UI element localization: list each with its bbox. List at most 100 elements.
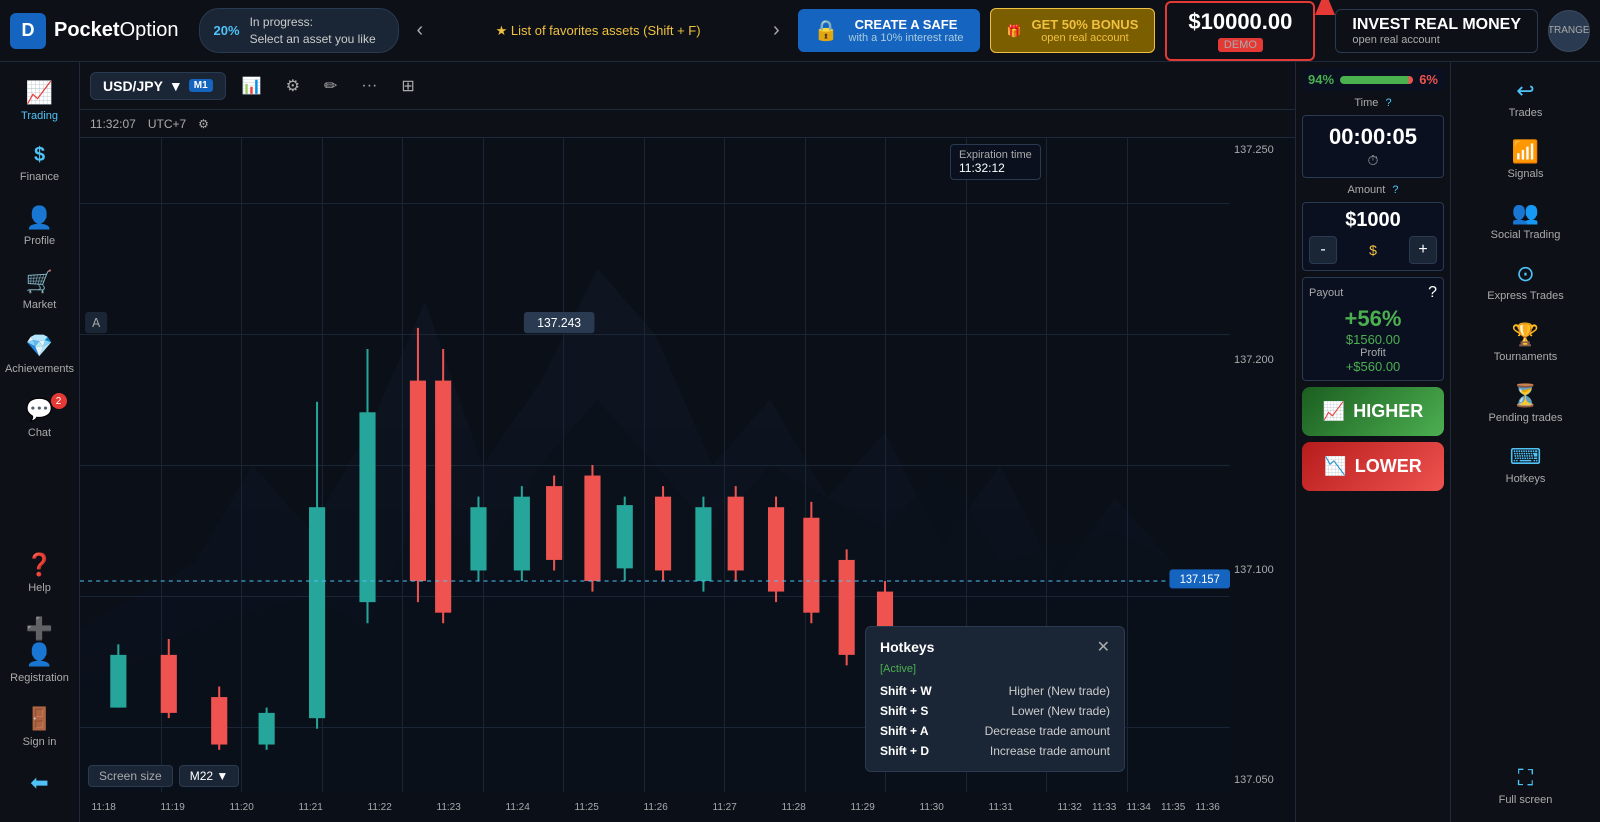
hotkey-row-d: Shift + D Increase trade amount bbox=[880, 741, 1110, 761]
right-panel-express-trades[interactable]: ⊙ Express Trades bbox=[1461, 253, 1591, 310]
signals-label: Signals bbox=[1507, 168, 1543, 180]
payout-label: Payout bbox=[1309, 287, 1343, 299]
pending-trades-label: Pending trades bbox=[1489, 412, 1563, 424]
chat-icon: 💬 bbox=[26, 397, 53, 423]
sidebar-item-back[interactable]: ⬅ bbox=[5, 760, 75, 806]
sidebar-item-trading[interactable]: 📈 Trading bbox=[5, 70, 75, 132]
profit-value: +$560.00 bbox=[1309, 359, 1437, 374]
chart-area: USD/JPY ▼ M1 📊 ⚙ ✏ ··· ⊞ 11:32:07 UTC+7 … bbox=[80, 62, 1295, 822]
time-axis: 11:18 11:19 11:20 11:21 11:22 11:23 11:2… bbox=[80, 792, 1230, 822]
payout-pct: +56% bbox=[1309, 306, 1437, 332]
layout-btn[interactable]: ⊞ bbox=[393, 72, 422, 100]
higher-trend-icon: 📈 bbox=[1323, 401, 1345, 422]
fullscreen-button[interactable]: ⛶ Full screen bbox=[1461, 757, 1591, 814]
currency-icon: $ bbox=[1369, 242, 1377, 258]
hotkeys-active-label: [Active] bbox=[880, 663, 1110, 675]
expiration-info: Expiration time 11:32:12 bbox=[950, 144, 1041, 180]
demo-account-button[interactable]: $10000.00 DEMO bbox=[1165, 1, 1315, 61]
screen-size-value[interactable]: M22 ▼ bbox=[179, 765, 240, 787]
hotkey-row-s: Shift + S Lower (New trade) bbox=[880, 701, 1110, 721]
screen-size-bar: Screen size M22 ▼ bbox=[88, 765, 239, 787]
safe-icon: 🔒 bbox=[814, 18, 839, 43]
amount-label: Amount ? bbox=[1302, 184, 1444, 196]
right-panel-social-trading[interactable]: 👥 Social Trading bbox=[1461, 192, 1591, 249]
hotkeys-popup: Hotkeys ✕ [Active] Shift + W Higher (New… bbox=[865, 626, 1125, 772]
settings-icon-small[interactable]: ⚙ bbox=[198, 117, 209, 131]
sidebar-item-chat[interactable]: 2 💬 Chat bbox=[5, 387, 75, 449]
sidebar-label-market: Market bbox=[23, 299, 57, 311]
help-icon: ❓ bbox=[26, 552, 53, 578]
fullscreen-label: Full screen bbox=[1499, 794, 1553, 806]
create-safe-button[interactable]: 🔒 CREATE A SAFE with a 10% interest rate bbox=[798, 9, 980, 52]
signals-icon: 📶 bbox=[1512, 139, 1539, 165]
draw-btn[interactable]: ✏ bbox=[316, 72, 345, 100]
amount-controls: - $ + bbox=[1309, 236, 1437, 264]
trades-icon: ↩ bbox=[1516, 78, 1534, 104]
time-icon: ⏱ bbox=[1311, 152, 1435, 169]
hotkeys-close-btn[interactable]: ✕ bbox=[1097, 637, 1110, 657]
timeframe-badge: M1 bbox=[189, 79, 213, 92]
sidebar-item-achievements[interactable]: 💎 Achievements bbox=[5, 323, 75, 385]
sidebar-item-finance[interactable]: $ Finance bbox=[5, 134, 75, 193]
sidebar-label-profile: Profile bbox=[24, 235, 55, 247]
svg-text:A: A bbox=[92, 316, 101, 330]
settings-btn[interactable]: ⚙ bbox=[278, 72, 308, 100]
time-display: 00:00:05 ⏱ bbox=[1302, 115, 1444, 178]
right-panel-signals[interactable]: 📶 Signals bbox=[1461, 131, 1591, 188]
amount-increase-btn[interactable]: + bbox=[1409, 236, 1437, 264]
sidebar-label-help: Help bbox=[28, 582, 51, 594]
amount-decrease-btn[interactable]: - bbox=[1309, 236, 1337, 264]
trade-panel: 94% 6% Time ? 00:00:05 ⏱ Amount ? $1000 … bbox=[1295, 62, 1450, 822]
achievements-icon: 💎 bbox=[26, 333, 53, 359]
asset-selector[interactable]: USD/JPY ▼ M1 bbox=[90, 72, 226, 100]
progress-info: In progress: Select an asset you like bbox=[250, 14, 376, 48]
right-panel-trades[interactable]: ↩ Trades bbox=[1461, 70, 1591, 127]
right-panel-hotkeys[interactable]: ⌨ Hotkeys bbox=[1461, 436, 1591, 493]
gift-icon: 🎁 bbox=[1007, 24, 1022, 38]
demo-arrow-indicator bbox=[1315, 0, 1335, 15]
fullscreen-container: ⛶ Full screen bbox=[1461, 757, 1591, 814]
sidebar-label-signin: Sign in bbox=[23, 736, 57, 748]
more-btn[interactable]: ··· bbox=[353, 73, 385, 99]
chart-info-bar: 11:32:07 UTC+7 ⚙ bbox=[80, 110, 1295, 138]
logo-text: PocketOption bbox=[54, 19, 179, 42]
invest-button[interactable]: INVEST REAL MONEY open real account bbox=[1335, 9, 1538, 53]
favorites-bar[interactable]: ★ List of favorites assets (Shift + F) bbox=[431, 23, 765, 39]
payout-amount: $1560.00 bbox=[1309, 332, 1437, 347]
right-panel-tournaments[interactable]: 🏆 Tournaments bbox=[1461, 314, 1591, 371]
prev-arrow[interactable]: ‹ bbox=[409, 19, 432, 42]
sidebar-item-market[interactable]: 🛒 Market bbox=[5, 259, 75, 321]
hotkey-row-a: Shift + A Decrease trade amount bbox=[880, 721, 1110, 741]
sidebar-item-registration[interactable]: ➕👤 Registration bbox=[5, 606, 75, 694]
chat-badge: 2 bbox=[51, 393, 67, 409]
right-panel-pending-trades[interactable]: ⏳ Pending trades bbox=[1461, 375, 1591, 432]
progress-pill: 20% In progress: Select an asset you lik… bbox=[199, 8, 399, 54]
get-bonus-button[interactable]: 🎁 GET 50% BONUS open real account bbox=[990, 8, 1156, 53]
bar-chart-btn[interactable]: 📊 bbox=[234, 72, 270, 100]
sidebar-label-chat: Chat bbox=[28, 427, 51, 439]
avatar[interactable]: STRANGER bbox=[1548, 10, 1590, 52]
chart-timezone: UTC+7 bbox=[148, 117, 186, 131]
sidebar-label-trading: Trading bbox=[21, 110, 58, 122]
social-trading-icon: 👥 bbox=[1512, 200, 1539, 226]
sidebar: 📈 Trading $ Finance 👤 Profile 🛒 Market 💎… bbox=[0, 62, 80, 822]
sidebar-label-achievements: Achievements bbox=[5, 363, 74, 375]
payout-help-icon: ? bbox=[1428, 284, 1437, 302]
profit-label: Profit bbox=[1309, 347, 1437, 359]
sidebar-label-finance: Finance bbox=[20, 171, 59, 183]
next-arrow[interactable]: › bbox=[765, 19, 788, 42]
amount-value: $1000 bbox=[1309, 209, 1437, 232]
time-label: Time ? bbox=[1302, 97, 1444, 109]
logo[interactable]: D PocketOption bbox=[10, 13, 179, 49]
lower-button[interactable]: 📉 LOWER bbox=[1302, 442, 1444, 491]
sidebar-label-registration: Registration bbox=[10, 672, 69, 684]
time-value: 00:00:05 bbox=[1311, 124, 1435, 150]
progress-pct: 20% bbox=[214, 23, 240, 38]
sidebar-item-profile[interactable]: 👤 Profile bbox=[5, 195, 75, 257]
payout-progress-bar bbox=[1340, 76, 1413, 84]
tournaments-label: Tournaments bbox=[1494, 351, 1558, 363]
chart-toolbar: USD/JPY ▼ M1 📊 ⚙ ✏ ··· ⊞ bbox=[80, 62, 1295, 110]
sidebar-item-signin[interactable]: 🚪 Sign in bbox=[5, 696, 75, 758]
sidebar-item-help[interactable]: ❓ Help bbox=[5, 542, 75, 604]
higher-button[interactable]: 📈 HIGHER bbox=[1302, 387, 1444, 436]
